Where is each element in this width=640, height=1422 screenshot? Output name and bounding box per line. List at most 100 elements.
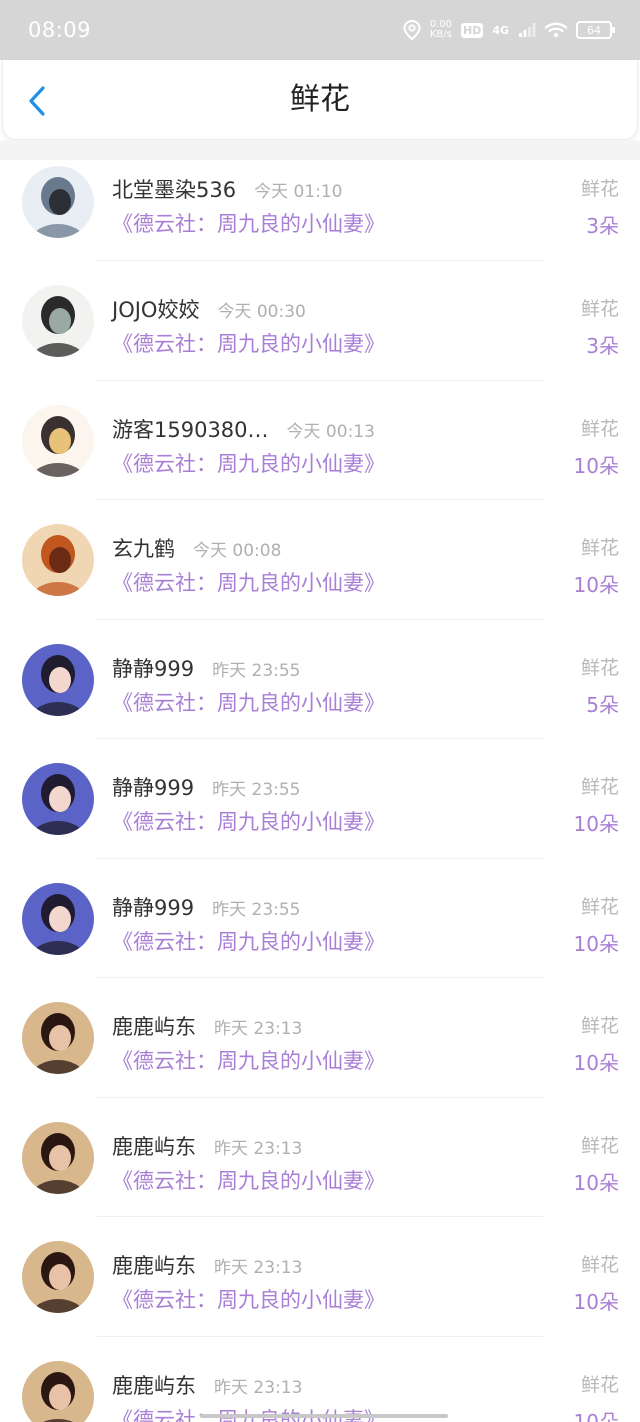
wifi-icon: [545, 22, 567, 38]
avatar[interactable]: [22, 166, 94, 238]
gift-record-row[interactable]: 北堂墨染536 今天 01:10 《德云社：周九良的小仙妻》 鲜花 3朵: [0, 160, 640, 261]
gift-record-row[interactable]: 鹿鹿屿东昨天 23:13 《德云社：周九良的小仙妻》 鲜花 10朵: [0, 978, 640, 1098]
status-time: 08:09: [28, 18, 92, 42]
book-title: 《德云社：周九良的小仙妻》: [112, 690, 385, 715]
gift-record-row[interactable]: 鹿鹿屿东昨天 23:13 《德云社：周九良的小仙妻》 鲜花 10朵: [0, 1217, 640, 1337]
gift-count: 10朵: [573, 1290, 619, 1314]
book-title: 《德云社：周九良的小仙妻》: [112, 1404, 385, 1422]
network-speed-unit: KB/s: [429, 29, 452, 40]
sender-name-text: 静静999: [112, 656, 195, 681]
book-title: 《德云社：周九良的小仙妻》: [112, 1288, 385, 1312]
gift-time: 昨天 23:55: [212, 660, 301, 681]
gift-type: 鲜花: [580, 656, 619, 679]
avatar[interactable]: [22, 524, 94, 596]
avatar[interactable]: [22, 1241, 94, 1313]
sender-name-text: 鹿鹿屿东: [112, 1373, 196, 1398]
gift-count: 10朵: [573, 1051, 619, 1075]
gift-time: 昨天 23:13: [214, 1377, 303, 1398]
signal-icon: [519, 23, 536, 37]
avatar[interactable]: [22, 1360, 94, 1422]
gift-type: 鲜花: [580, 417, 619, 440]
gift-record-list: 北堂墨染536 今天 01:10 《德云社：周九良的小仙妻》 鲜花 3朵 JOJO…: [0, 160, 640, 1422]
gift-time: 昨天 23:55: [212, 899, 301, 920]
gift-record-row[interactable]: 鹿鹿屿东昨天 23:13 《德云社：周九良的小仙妻》 鲜花 10朵: [0, 1337, 640, 1422]
sender-name: 静静999 昨天 23:55: [112, 772, 301, 802]
sender-name-text: 鹿鹿屿东: [112, 1254, 196, 1278]
sender-name: JOJO姣姣 今天 00:30: [112, 294, 306, 324]
book-title: 《德云社：周九良的小仙妻》: [112, 929, 385, 954]
header-separator: [0, 140, 640, 160]
gift-count: 10朵: [573, 453, 619, 478]
battery-icon: 64: [576, 21, 615, 39]
hd-badge: HD: [460, 22, 484, 38]
sender-name-text: 北堂墨染536: [112, 178, 237, 202]
page-title: 鲜花: [290, 82, 350, 117]
book-title: 《德云社：周九良的小仙妻》: [112, 212, 385, 236]
sender-name: 鹿鹿屿东 昨天 23:13: [112, 1370, 302, 1400]
sender-name: 静静999 昨天 23:55: [112, 892, 301, 922]
book-title: 《德云社：周九良的小仙妻》: [112, 1049, 385, 1073]
sender-name: 玄九鹤 今天 00:08: [112, 533, 281, 563]
gift-time: 今天 00:13: [286, 421, 375, 442]
avatar[interactable]: [22, 1002, 94, 1074]
sender-name: 鹿鹿屿东 昨天 23:13: [112, 1250, 302, 1280]
gift-count: 10朵: [573, 1170, 619, 1195]
gift-time: 昨天 23:55: [212, 780, 301, 800]
location-icon: [403, 20, 421, 40]
gift-time: 昨天 23:13: [214, 1138, 303, 1159]
book-title: 《德云社：周九良的小仙妻》: [112, 451, 385, 476]
gift-count: 5朵: [586, 692, 619, 717]
gift-time: 今天 00:30: [217, 302, 306, 322]
gift-record-row[interactable]: 玄九鹤 今天 00:08 《德云社：周九良的小仙妻》 鲜花 10朵: [0, 500, 640, 620]
gift-record-row[interactable]: 静静999 昨天 23:55 《德云社：周九良的小仙妻》 鲜花 5朵: [0, 620, 640, 739]
gift-time: 昨天 23:13: [214, 1258, 303, 1278]
battery-level: 64: [587, 23, 601, 37]
gift-count: 10朵: [573, 812, 619, 836]
network-speed: 0.00 KB/s: [430, 20, 452, 40]
sender-name: 静静999 昨天 23:55: [112, 653, 301, 683]
avatar[interactable]: [22, 285, 94, 357]
status-icons: 0.00 KB/s HD 4G 64: [403, 20, 615, 40]
gift-record-row[interactable]: JOJO姣姣 今天 00:30 《德云社：周九良的小仙妻》 鲜花 3朵: [0, 261, 640, 381]
avatar[interactable]: [22, 763, 94, 835]
status-bar: 08:09 0.00 KB/s HD 4G 64: [0, 0, 640, 60]
gift-type: 鲜花: [580, 895, 619, 918]
gift-type: 鲜花: [580, 1254, 619, 1276]
gift-type: 鲜花: [580, 1015, 619, 1037]
book-title: 《德云社：周九良的小仙妻》: [112, 1168, 385, 1193]
gift-type: 鲜花: [580, 178, 619, 200]
gift-record-row[interactable]: 静静999 昨天 23:55 《德云社：周九良的小仙妻》 鲜花 10朵: [0, 739, 640, 859]
sender-name-text: 静静999: [112, 776, 195, 800]
sender-name: 游客1590380… 今天 00:13: [112, 414, 375, 444]
home-indicator: [200, 1414, 448, 1418]
avatar[interactable]: [22, 643, 94, 716]
gift-record-row[interactable]: 鹿鹿屿东昨天 23:13 《德云社：周九良的小仙妻》 鲜花 10朵: [0, 1098, 640, 1217]
gift-time: 今天 00:08: [193, 541, 282, 561]
avatar[interactable]: [22, 882, 94, 955]
sender-name-text: 鹿鹿屿东: [112, 1134, 196, 1159]
gift-type: 鲜花: [580, 298, 619, 320]
sender-name-text: 游客1590380…: [112, 417, 269, 442]
sender-name-text: 静静999: [112, 895, 195, 920]
gift-count: 10朵: [573, 1409, 619, 1422]
gift-time: 今天 01:10: [254, 182, 343, 202]
nav-header: 鲜花: [2, 60, 638, 140]
book-title: 《德云社：周九良的小仙妻》: [112, 332, 385, 356]
gift-type: 鲜花: [580, 1373, 619, 1396]
sender-name-text: 鹿鹿屿东: [112, 1015, 196, 1039]
gift-count: 10朵: [573, 931, 619, 956]
sender-name: 鹿鹿屿东 昨天 23:13: [112, 1131, 302, 1161]
sender-name: 北堂墨染536 今天 01:10: [112, 174, 343, 204]
avatar[interactable]: [22, 1121, 94, 1194]
network-type: 4G: [492, 23, 509, 37]
gift-type: 鲜花: [580, 1134, 619, 1157]
gift-type: 鲜花: [580, 776, 619, 798]
avatar[interactable]: [22, 404, 94, 477]
gift-type: 鲜花: [580, 537, 619, 559]
gift-record-row[interactable]: 静静999 昨天 23:55 《德云社：周九良的小仙妻》 鲜花 10朵: [0, 859, 640, 978]
gift-record-row[interactable]: 游客1590380… 今天 00:13 《德云社：周九良的小仙妻》 鲜花 10朵: [0, 381, 640, 500]
sender-name-text: 玄九鹤: [112, 537, 175, 561]
book-title: 《德云社：周九良的小仙妻》: [112, 810, 385, 834]
gift-time: 昨天 23:13: [214, 1019, 303, 1039]
sender-name-text: JOJO姣姣: [112, 298, 200, 322]
